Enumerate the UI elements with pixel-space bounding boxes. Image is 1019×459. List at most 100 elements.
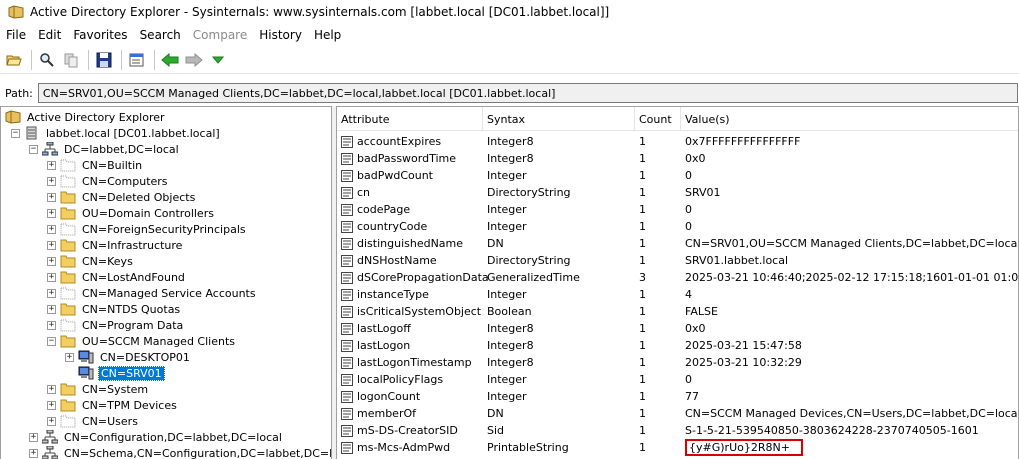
expand-toggle[interactable]: +	[47, 208, 56, 218]
table-row[interactable]: distinguishedName DN 1 CN=SRV01,OU=SCCM Man…	[337, 235, 1018, 252]
tree-node[interactable]: − DC=labbet,DC=local	[29, 141, 181, 157]
tree-node[interactable]: − OU=SCCM Managed Clients	[47, 333, 237, 349]
table-row[interactable]: cn DirectoryString 1 SRV01	[337, 184, 1018, 201]
open-icon[interactable]	[3, 49, 25, 71]
collapse-toggle[interactable]: −	[11, 128, 20, 138]
tree-node-label[interactable]: CN=Builtin	[80, 159, 144, 172]
tree-node[interactable]: + CN=Builtin	[47, 157, 144, 173]
table-row[interactable]: lastLogoff Integer8 1 0x0	[337, 320, 1018, 337]
expand-toggle[interactable]: +	[47, 304, 56, 314]
tree-node[interactable]: + CN=ForeignSecurityPrincipals	[47, 221, 248, 237]
menu-favorites[interactable]: Favorites	[67, 28, 133, 42]
table-row[interactable]: badPasswordTime Integer8 1 0x0	[337, 150, 1018, 167]
table-row[interactable]: localPolicyFlags Integer 1 0	[337, 371, 1018, 388]
table-row[interactable]: countryCode Integer 1 0	[337, 218, 1018, 235]
menu-history[interactable]: History	[253, 28, 308, 42]
properties-icon[interactable]	[126, 49, 148, 71]
expand-toggle[interactable]: +	[47, 288, 56, 298]
compare-icon[interactable]	[60, 49, 82, 71]
tree-node[interactable]: + CN=TPM Devices	[47, 397, 179, 413]
tree-node-label[interactable]: CN=ForeignSecurityPrincipals	[80, 223, 248, 236]
tree-node-label[interactable]: CN=NTDS Quotas	[80, 303, 182, 316]
path-field[interactable]: CN=SRV01,OU=SCCM Managed Clients,DC=labb…	[37, 83, 1018, 103]
tree-node[interactable]: + OU=Domain Controllers	[47, 205, 216, 221]
tree-node[interactable]: + CN=Users	[47, 413, 140, 429]
tree-node-label[interactable]: CN=Schema,CN=Configuration,DC=labbet,DC=…	[62, 447, 331, 459]
expand-toggle[interactable]: +	[47, 384, 56, 394]
column-values[interactable]: Value(s)	[681, 107, 1018, 131]
tree-node-label[interactable]: CN=SRV01	[98, 365, 165, 381]
table-row[interactable]: badPwdCount Integer 1 0	[337, 167, 1018, 184]
expand-toggle[interactable]: +	[29, 448, 38, 458]
tree-node[interactable]: + CN=System	[47, 381, 150, 397]
tree-node[interactable]: + CN=Schema,CN=Configuration,DC=labbet,DC…	[29, 445, 331, 459]
attribute-list[interactable]: Attribute Syntax Count Value(s) accountE…	[336, 106, 1019, 459]
table-row[interactable]: dSCorePropagationData GeneralizedTime 3 202…	[337, 269, 1018, 286]
tree-node-label[interactable]: CN=Infrastructure	[80, 239, 184, 252]
tree-node[interactable]: + CN=Computers	[47, 173, 170, 189]
tree-node[interactable]: + CN=Program Data	[47, 317, 185, 333]
collapse-toggle[interactable]: −	[29, 144, 38, 154]
expand-toggle[interactable]: +	[65, 352, 74, 362]
column-attribute[interactable]: Attribute	[337, 107, 483, 131]
tree-node-label[interactable]: labbet.local [DC01.labbet.local]	[44, 127, 222, 140]
tree-node-label[interactable]: CN=System	[80, 383, 150, 396]
table-row[interactable]: ms-Mcs-AdmPwd PrintableString 1 {y#G)rUo}2R…	[337, 439, 1018, 456]
tree-node-label[interactable]: OU=Domain Controllers	[80, 207, 216, 220]
history-dropdown-icon[interactable]	[207, 49, 229, 71]
tree-node-label[interactable]: OU=SCCM Managed Clients	[80, 335, 237, 348]
tree-node[interactable]: CN=SRV01	[65, 365, 165, 381]
column-syntax[interactable]: Syntax	[483, 107, 635, 131]
tree-node-label[interactable]: DC=labbet,DC=local	[62, 143, 181, 156]
tree-node-label[interactable]: CN=LostAndFound	[80, 271, 187, 284]
table-row[interactable]: instanceType Integer 1 4	[337, 286, 1018, 303]
expand-toggle[interactable]: +	[47, 320, 56, 330]
tree-node-label[interactable]: CN=Computers	[80, 175, 170, 188]
column-count[interactable]: Count	[635, 107, 681, 131]
tree-node[interactable]: + CN=Keys	[47, 253, 135, 269]
tree-node[interactable]: + CN=NTDS Quotas	[47, 301, 182, 317]
tree-node-label[interactable]: CN=TPM Devices	[80, 399, 179, 412]
tree-node[interactable]: + CN=Deleted Objects	[47, 189, 197, 205]
menu-edit[interactable]: Edit	[32, 28, 67, 42]
tree-node[interactable]: + CN=LostAndFound	[47, 269, 187, 285]
tree-node-label[interactable]: CN=Keys	[80, 255, 135, 268]
expand-toggle[interactable]: +	[47, 400, 56, 410]
tree-node-label[interactable]: CN=Program Data	[80, 319, 185, 332]
tree-node[interactable]: − labbet.local [DC01.labbet.local]	[11, 125, 222, 141]
tree-node[interactable]: + CN=Infrastructure	[47, 237, 184, 253]
expand-toggle[interactable]: +	[47, 192, 56, 202]
table-row[interactable]: codePage Integer 1 0	[337, 201, 1018, 218]
expand-toggle[interactable]: +	[47, 256, 56, 266]
collapse-toggle[interactable]: −	[47, 336, 56, 346]
tree-node[interactable]: + CN=DESKTOP01	[65, 349, 192, 365]
tree-node-label[interactable]: Active Directory Explorer	[25, 111, 167, 124]
tree-node[interactable]: + CN=Configuration,DC=labbet,DC=local	[29, 429, 284, 445]
tree-node-label[interactable]: CN=DESKTOP01	[98, 351, 192, 364]
table-row[interactable]: mS-DS-CreatorSID Sid 1 S-1-5-21-539540850-3…	[337, 422, 1018, 439]
tree-node-label[interactable]: CN=Users	[80, 415, 140, 428]
expand-toggle[interactable]: +	[47, 416, 56, 426]
menu-search[interactable]: Search	[134, 28, 187, 42]
forward-arrow-icon[interactable]	[183, 49, 205, 71]
back-arrow-icon[interactable]	[159, 49, 181, 71]
table-row[interactable]: logonCount Integer 1 77	[337, 388, 1018, 405]
table-row[interactable]: lastLogon Integer8 1 2025-03-21 15:47:58	[337, 337, 1018, 354]
expand-toggle[interactable]: +	[47, 176, 56, 186]
table-row[interactable]: accountExpires Integer8 1 0x7FFFFFFFFFFFFFF…	[337, 133, 1018, 150]
tree-node-label[interactable]: CN=Configuration,DC=labbet,DC=local	[62, 431, 284, 444]
table-row[interactable]: isCriticalSystemObject Boolean 1 FALSE	[337, 303, 1018, 320]
menu-help[interactable]: Help	[308, 28, 347, 42]
search-icon[interactable]	[36, 49, 58, 71]
tree-node-label[interactable]: CN=Deleted Objects	[80, 191, 197, 204]
table-row[interactable]: memberOf DN 1 CN=SCCM Managed Devices,CN=Us…	[337, 405, 1018, 422]
tree-node-label[interactable]: CN=Managed Service Accounts	[80, 287, 258, 300]
expand-toggle[interactable]: +	[47, 160, 56, 170]
tree-node[interactable]: + CN=Managed Service Accounts	[47, 285, 258, 301]
table-row[interactable]: dNSHostName DirectoryString 1 SRV01.labbet.…	[337, 252, 1018, 269]
save-icon[interactable]	[93, 49, 115, 71]
expand-toggle[interactable]: +	[47, 224, 56, 234]
expand-toggle[interactable]: +	[29, 432, 38, 442]
expand-toggle[interactable]: +	[47, 272, 56, 282]
tree-pane[interactable]: Active Directory Explorer − labbet.local […	[0, 106, 332, 459]
